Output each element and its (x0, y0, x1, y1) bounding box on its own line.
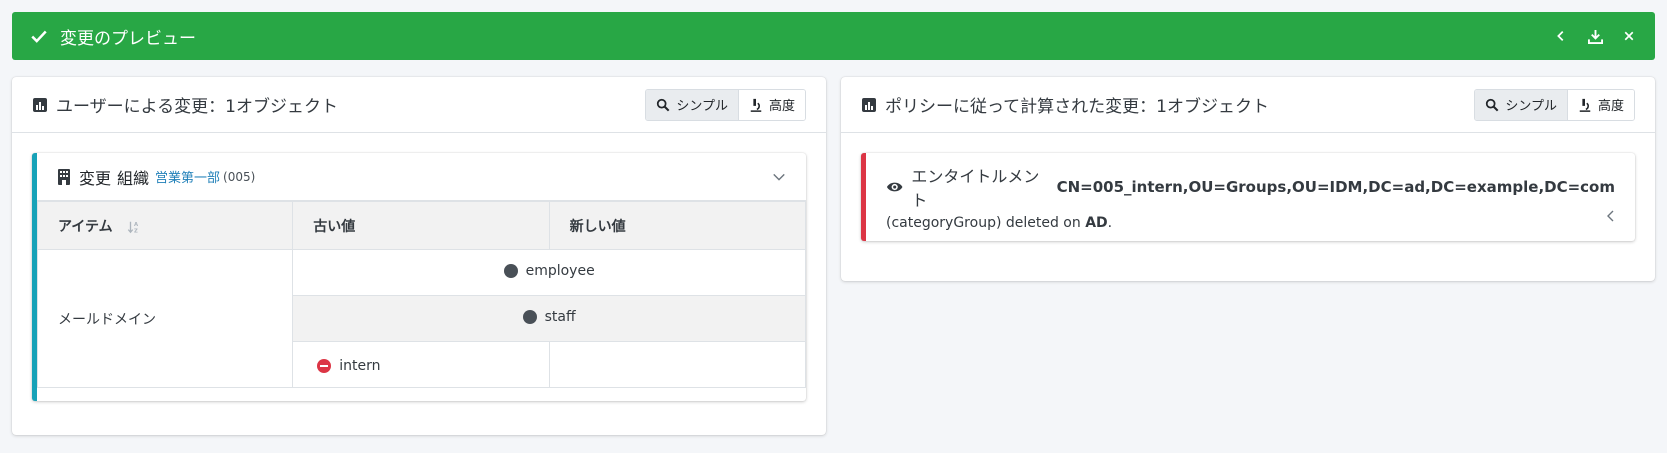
user-changes-card: ユーザーによる変更：1オブジェクト シンプル 高度 変更 組織 営業第一部 (0… (12, 77, 826, 435)
entitlement-change-box: エンタイトルメント CN=005_intern,OU=Groups,OU=IDM… (861, 153, 1635, 241)
eye-icon (886, 182, 903, 192)
value-cell: employee (292, 249, 806, 296)
col-old-value-header: 古い値 (292, 201, 550, 250)
value-text: employee (525, 263, 595, 279)
view-mode-toggle: シンプル 高度 (645, 88, 806, 121)
microscope-icon (750, 98, 762, 112)
view-mode-toggle: シンプル 高度 (1474, 88, 1635, 121)
org-change-header[interactable]: 変更 組織 営業第一部 (005) (37, 153, 806, 201)
col-item-header[interactable]: アイテム AZ (36, 201, 294, 250)
org-id: (005) (223, 169, 256, 184)
change-action: 変更 (79, 168, 112, 188)
sort-icon[interactable]: AZ (127, 220, 141, 234)
advanced-view-label: 高度 (1597, 99, 1624, 114)
search-icon (1486, 98, 1499, 111)
download-icon (1587, 29, 1603, 44)
chevron-left-icon[interactable] (1605, 209, 1617, 223)
policy-changes-card: ポリシーに従って計算された変更：1オブジェクト シンプル 高度 エンタイトルメン… (841, 77, 1655, 281)
old-value-cell: intern (292, 341, 550, 388)
target-system: AD (1085, 215, 1108, 231)
unchanged-dot-icon (503, 264, 518, 278)
header-actions (1553, 28, 1637, 44)
value-text: staff (544, 309, 576, 325)
entitlement-label: エンタイトルメント (911, 167, 1040, 210)
advanced-view-button[interactable]: 高度 (1567, 89, 1634, 120)
new-value-cell (548, 341, 807, 388)
col-new-value-header: 新しい値 (548, 201, 807, 250)
check-icon (31, 30, 47, 43)
user-changes-title: ユーザーによる変更：1オブジェクト (56, 97, 338, 117)
chart-icon (33, 97, 47, 112)
table-row: メールドメイン employee (36, 249, 806, 388)
back-button[interactable] (1553, 28, 1569, 44)
change-object-type: 組織 (117, 168, 150, 188)
search-icon (657, 98, 670, 111)
chevron-left-icon (1557, 31, 1564, 41)
close-icon (1624, 31, 1634, 41)
advanced-view-label: 高度 (768, 99, 795, 114)
simple-view-button[interactable]: シンプル (646, 89, 739, 120)
entitlement-description: (categoryGroup) deleted on AD. (886, 215, 1113, 231)
value-text: intern (339, 358, 381, 374)
preview-header: 変更のプレビュー (12, 12, 1655, 60)
simple-view-label: シンプル (676, 99, 728, 114)
item-mail-domain: メールドメイン (36, 249, 294, 388)
removed-icon (317, 359, 332, 373)
simple-view-label: シンプル (1505, 99, 1557, 114)
org-name-link[interactable]: 営業第一部 (155, 167, 220, 186)
advanced-view-button[interactable]: 高度 (738, 89, 805, 120)
building-icon (58, 168, 70, 185)
download-button[interactable] (1587, 28, 1603, 44)
svg-text:Z: Z (134, 228, 138, 234)
policy-changes-header: ポリシーに従って計算された変更：1オブジェクト シンプル 高度 (841, 77, 1655, 133)
policy-changes-title: ポリシーに従って計算された変更：1オブジェクト (885, 97, 1269, 117)
preview-title: 変更のプレビュー (60, 28, 196, 49)
entitlement-dn: CN=005_intern,OU=Groups,OU=IDM,DC=ad,DC=… (1056, 178, 1615, 196)
user-changes-header: ユーザーによる変更：1オブジェクト シンプル 高度 (12, 77, 826, 133)
org-change-box: 変更 組織 営業第一部 (005) アイテム AZ 古い値 新しい値 メールドメ… (32, 153, 807, 401)
change-table: アイテム AZ 古い値 新しい値 メールドメイン employee staff (36, 201, 807, 388)
svg-text:A: A (134, 222, 139, 228)
chevron-down-icon[interactable] (772, 170, 786, 184)
value-cell: staff (292, 295, 806, 342)
microscope-icon (1579, 98, 1591, 112)
unchanged-dot-icon (522, 310, 537, 324)
simple-view-button[interactable]: シンプル (1475, 89, 1568, 120)
close-button[interactable] (1621, 28, 1637, 44)
chart-icon (862, 97, 876, 112)
